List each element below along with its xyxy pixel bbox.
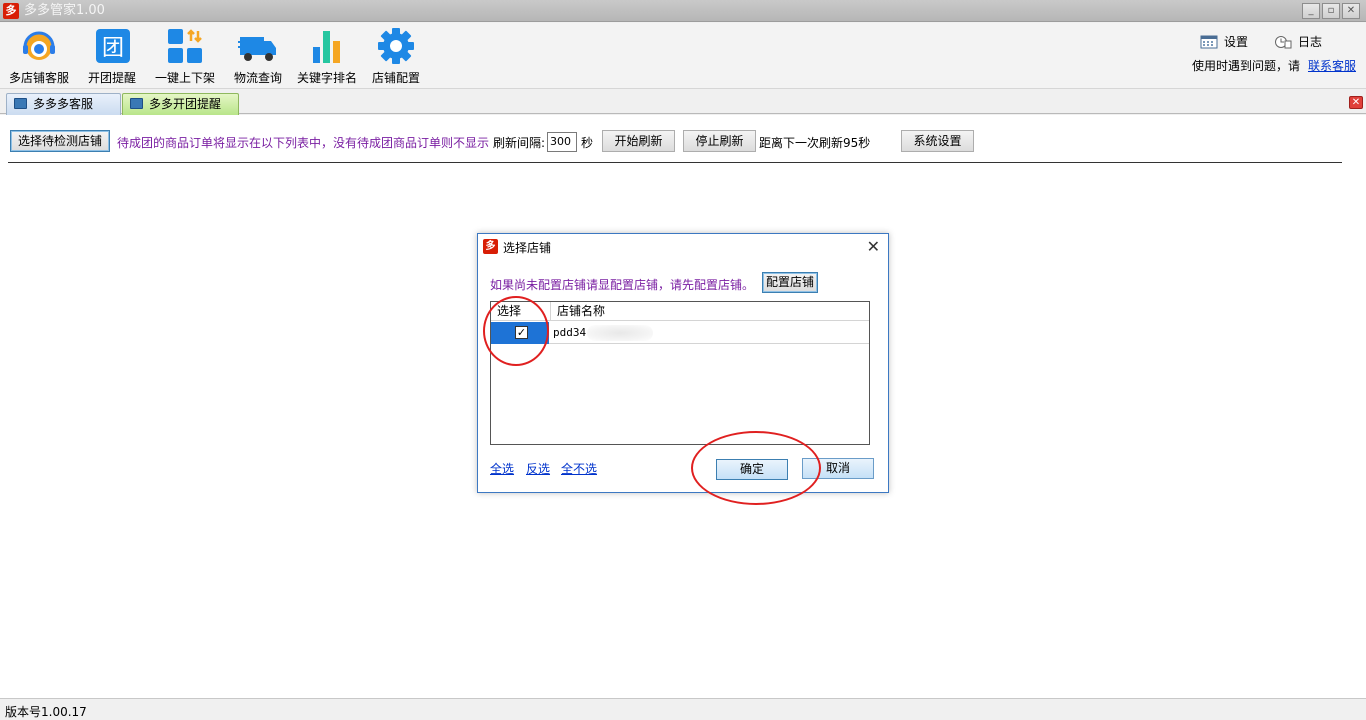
calendar-icon bbox=[1200, 35, 1218, 48]
interval-input[interactable]: 300 bbox=[547, 132, 577, 152]
dialog-title: 选择店铺 bbox=[503, 241, 552, 255]
log-label: 日志 bbox=[1298, 35, 1323, 49]
shop-name-cell: pdd34 bbox=[553, 326, 587, 339]
stop-refresh-button[interactable]: 停止刷新 bbox=[683, 130, 756, 152]
select-cell[interactable]: ✓ bbox=[491, 322, 549, 344]
dialog-hint: 如果尚未配置店铺请显配置店铺，请先配置店铺。 bbox=[490, 278, 755, 292]
select-all-link[interactable]: 全选 bbox=[490, 460, 514, 477]
refresh-countdown: 距离下一次刷新95秒 bbox=[759, 136, 871, 150]
shelf-icon bbox=[168, 29, 202, 63]
close-button[interactable]: ✕ bbox=[1342, 3, 1360, 19]
select-shop-dialog: 多 选择店铺 ✕ 如果尚未配置店铺请显配置店铺，请先配置店铺。 配置店铺 选择 … bbox=[477, 233, 889, 493]
window-title: 多多管家1.00 bbox=[24, 3, 105, 18]
table-row[interactable]: ✓ pdd34 bbox=[491, 322, 869, 344]
select-none-link[interactable]: 全不选 bbox=[561, 460, 597, 477]
maximize-button[interactable]: ▫ bbox=[1322, 3, 1340, 19]
start-refresh-button[interactable]: 开始刷新 bbox=[602, 130, 675, 152]
bar-chart-icon bbox=[313, 31, 340, 63]
toolbar-label: 店铺配置 bbox=[371, 71, 420, 85]
cancel-button[interactable]: 取消 bbox=[802, 458, 874, 479]
help-text: 使用时遇到问题，请 bbox=[1191, 59, 1300, 73]
headset-icon bbox=[23, 31, 55, 60]
window-controls: _ ▫ ✕ bbox=[1302, 3, 1360, 19]
system-settings-button[interactable]: 系统设置 bbox=[901, 130, 974, 152]
settings-link[interactable]: 设置 bbox=[1200, 33, 1248, 50]
main-toolbar: 多店铺客服 团 开团提醒 一键上下架 物流查询 关键字排名 店铺配置 设置 日志… bbox=[0, 23, 1366, 89]
close-tab-icon[interactable]: ✕ bbox=[1349, 96, 1363, 109]
redacted-blur bbox=[587, 325, 653, 341]
app-logo-icon: 多 bbox=[3, 3, 19, 19]
help-line: 使用时遇到问题，请 联系客服 bbox=[1192, 57, 1356, 74]
truck-icon bbox=[238, 37, 276, 61]
title-bar: 多 多多管家1.00 _ ▫ ✕ bbox=[0, 0, 1366, 22]
interval-label: 刷新间隔: bbox=[493, 136, 546, 150]
toolbar-multi-shop-service[interactable]: 多店铺客服 bbox=[6, 23, 72, 87]
minimize-button[interactable]: _ bbox=[1302, 3, 1320, 19]
window-icon bbox=[14, 98, 27, 109]
dialog-title-bar: 多 选择店铺 ✕ bbox=[478, 234, 888, 260]
row-checkbox[interactable]: ✓ bbox=[515, 326, 528, 339]
divider bbox=[8, 162, 1342, 163]
toolbar-group-reminder[interactable]: 团 开团提醒 bbox=[80, 23, 144, 87]
toolbar-label: 开团提醒 bbox=[87, 71, 136, 85]
toolbar-label: 一键上下架 bbox=[154, 71, 215, 85]
contact-service-link[interactable]: 联系客服 bbox=[1308, 59, 1356, 73]
toolbar-keyword-rank[interactable]: 关键字排名 bbox=[296, 23, 358, 87]
interval-unit: 秒 bbox=[581, 136, 594, 150]
group-icon: 团 bbox=[96, 29, 130, 63]
toolbar-right: 设置 日志 使用时遇到问题，请 联系客服 bbox=[1126, 31, 1356, 81]
svg-text:团: 团 bbox=[102, 36, 124, 61]
tab-label: 多多开团提醒 bbox=[149, 97, 222, 111]
toolbar-shop-config[interactable]: 店铺配置 bbox=[368, 23, 424, 87]
settings-label: 设置 bbox=[1224, 35, 1249, 49]
app-logo-icon: 多 bbox=[483, 239, 498, 254]
select-shop-button[interactable]: 选择待检测店铺 bbox=[10, 130, 110, 152]
toolbar-label: 关键字排名 bbox=[296, 71, 357, 85]
column-header-shop-name[interactable]: 店铺名称 bbox=[551, 302, 869, 321]
shop-table: 选择 店铺名称 ✓ pdd34 bbox=[490, 301, 870, 445]
order-hint: 待成团的商品订单将显示在以下列表中，没有待成团商品订单则不显示 bbox=[117, 136, 490, 150]
column-header-select[interactable]: 选择 bbox=[491, 302, 551, 321]
ok-button[interactable]: 确定 bbox=[716, 459, 788, 480]
toolbar-logistics[interactable]: 物流查询 bbox=[228, 23, 288, 87]
table-header: 选择 店铺名称 bbox=[491, 302, 869, 321]
toolbar-label: 物流查询 bbox=[233, 71, 282, 85]
config-shop-button[interactable]: 配置店铺 bbox=[762, 272, 818, 293]
toolbar-shelf[interactable]: 一键上下架 bbox=[152, 23, 218, 87]
tab-group-reminder[interactable]: 多多开团提醒 bbox=[122, 93, 239, 115]
log-link[interactable]: 日志 bbox=[1274, 33, 1322, 50]
gear-icon bbox=[378, 28, 414, 64]
tab-bar: 多多多客服4.0 多多开团提醒 bbox=[0, 90, 1366, 131]
close-icon[interactable]: ✕ bbox=[867, 237, 880, 256]
version-label: 版本号1.00.17 bbox=[5, 705, 87, 719]
tab-multi-service[interactable]: 多多多客服4.0 bbox=[6, 93, 121, 131]
log-icon bbox=[1275, 35, 1292, 48]
control-row: 选择待检测店铺 待成团的商品订单将显示在以下列表中，没有待成团商品订单则不显示 … bbox=[0, 130, 1366, 154]
window-icon bbox=[130, 98, 143, 109]
invert-selection-link[interactable]: 反选 bbox=[526, 460, 550, 477]
toolbar-label: 多店铺客服 bbox=[8, 71, 69, 85]
